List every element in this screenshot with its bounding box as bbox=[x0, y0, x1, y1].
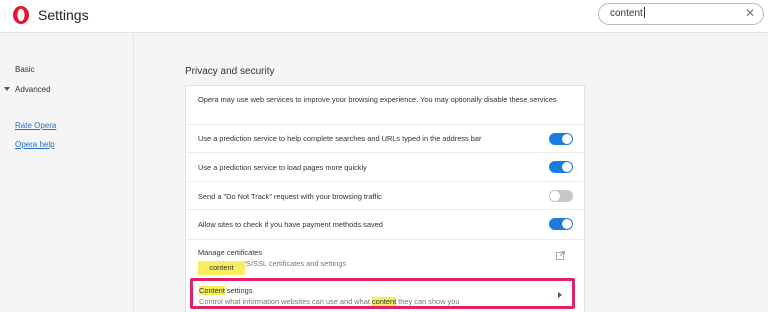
search-input[interactable]: content ✕ bbox=[598, 3, 764, 25]
toggle-switch[interactable] bbox=[549, 133, 573, 145]
toggle-switch[interactable] bbox=[549, 190, 573, 202]
setting-label: Use a prediction service to load pages m… bbox=[198, 163, 367, 172]
toggle-switch[interactable] bbox=[549, 218, 573, 230]
toggle-switch[interactable] bbox=[549, 161, 573, 173]
content-settings-row[interactable]: Content settings Control what informatio… bbox=[190, 278, 575, 309]
content-settings-subtitle: Control what information websites can us… bbox=[199, 297, 460, 306]
sidebar: Basic Advanced Rate Opera Opera help bbox=[0, 34, 134, 312]
setting-row[interactable]: Allow sites to check if you have payment… bbox=[186, 209, 584, 239]
sidebar-item-advanced[interactable]: Advanced bbox=[4, 85, 51, 94]
opera-logo-icon bbox=[13, 6, 29, 24]
certificates-title: Manage certificates bbox=[198, 248, 263, 257]
intro-text: Opera may use web services to improve yo… bbox=[198, 95, 557, 104]
page-title: Settings bbox=[38, 7, 89, 23]
setting-row[interactable]: Send a "Do Not Track" request with your … bbox=[186, 181, 584, 209]
opera-help-link[interactable]: Opera help bbox=[15, 140, 55, 149]
setting-label: Allow sites to check if you have payment… bbox=[198, 220, 383, 229]
content-settings-title: Content settings bbox=[199, 286, 253, 295]
search-value[interactable]: content bbox=[610, 7, 645, 19]
certificates-row[interactable] bbox=[186, 239, 584, 275]
chevron-down-icon bbox=[4, 87, 10, 91]
setting-row[interactable]: Use a prediction service to help complet… bbox=[186, 124, 584, 152]
setting-label: Send a "Do Not Track" request with your … bbox=[198, 192, 382, 201]
sidebar-item-basic[interactable]: Basic bbox=[15, 65, 35, 74]
external-link-icon[interactable] bbox=[556, 251, 565, 260]
setting-row[interactable]: Use a prediction service to load pages m… bbox=[186, 152, 584, 181]
setting-label: Use a prediction service to help complet… bbox=[198, 134, 482, 143]
top-bar: Settings content ✕ bbox=[0, 0, 768, 33]
clear-search-icon[interactable]: ✕ bbox=[745, 6, 755, 20]
chevron-right-icon bbox=[558, 292, 562, 298]
section-title: Privacy and security bbox=[185, 66, 275, 77]
rate-opera-link[interactable]: Rate Opera bbox=[15, 121, 56, 130]
search-tooltip: content bbox=[198, 261, 245, 275]
